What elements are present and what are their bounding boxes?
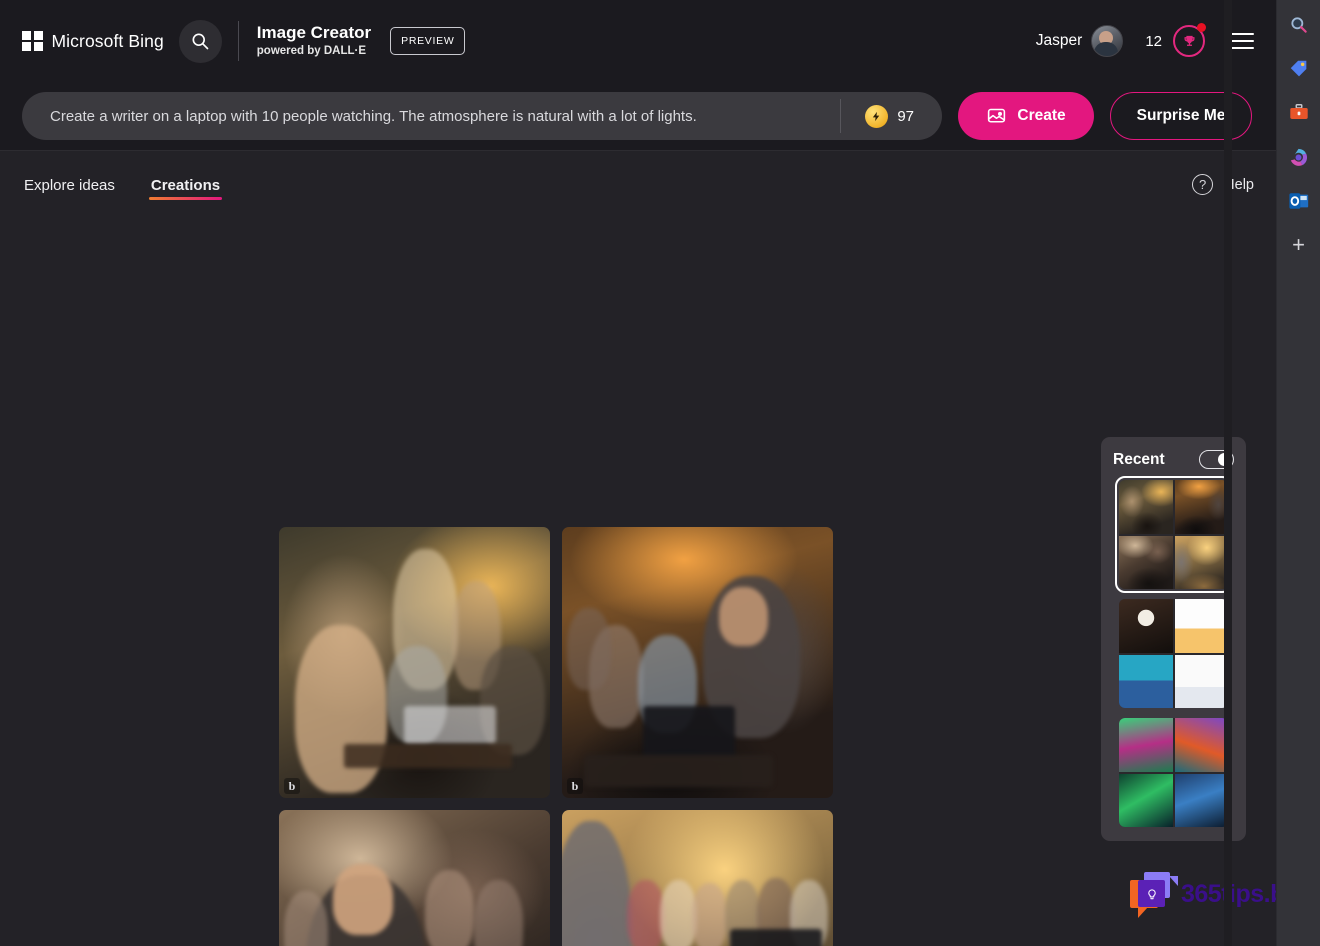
bing-watermark: b (284, 778, 300, 794)
recent-item-2[interactable] (1119, 718, 1228, 827)
header-right-cluster: Jasper 12 (1035, 23, 1254, 57)
app-title: Image Creator (256, 22, 372, 42)
question-circle-icon: ? (1192, 174, 1214, 195)
tab-creations[interactable]: Creations (148, 155, 223, 214)
create-button[interactable]: Create (958, 92, 1094, 140)
search-icon[interactable] (1284, 10, 1314, 40)
site-watermark: 365tips.be (1130, 872, 1276, 918)
search-icon (192, 33, 209, 50)
generated-image-3[interactable]: b (279, 810, 550, 946)
bing-image-creator-page: Microsoft Bing Image Creator powered by … (0, 0, 1276, 946)
recent-header: Recent (1113, 450, 1234, 469)
prompt-input[interactable] (22, 107, 841, 125)
app-identity: Image Creator powered by DALL·E (257, 23, 371, 59)
header-divider (237, 21, 239, 61)
bing-watermark: b (567, 778, 583, 794)
search-button[interactable] (178, 19, 222, 63)
generated-image-4[interactable]: b (562, 810, 833, 946)
recent-list (1113, 476, 1234, 827)
generated-image-2[interactable]: b (562, 527, 833, 798)
recent-item-1[interactable] (1119, 599, 1228, 708)
image-sparkle-icon (988, 108, 1006, 123)
top-header: Microsoft Bing Image Creator powered by … (0, 0, 1276, 82)
browser-sidebar: + (1276, 0, 1320, 946)
notification-dot (1197, 23, 1206, 32)
outlook-icon[interactable] (1284, 186, 1314, 216)
recent-title: Recent (1113, 450, 1165, 468)
microsoft-bing-logo[interactable]: Microsoft Bing (22, 31, 164, 52)
boost-count: 97 (897, 107, 914, 125)
lightning-bolt-icon (865, 104, 889, 128)
create-label: Create (1017, 107, 1066, 124)
generated-image-1[interactable]: b (279, 527, 550, 798)
recent-item-0[interactable] (1115, 476, 1232, 593)
preview-badge[interactable]: PREVIEW (390, 27, 466, 55)
prompt-field[interactable]: 97 (22, 92, 942, 140)
rewards-count: 12 (1145, 32, 1162, 50)
user-name: Jasper (1035, 32, 1083, 49)
page-scrollbar-track[interactable] (1224, 0, 1232, 946)
results-grid: b b (279, 527, 834, 946)
avatar[interactable] (1091, 25, 1124, 57)
app-root: Microsoft Bing Image Creator powered by … (0, 0, 1320, 946)
app-subtitle: powered by DALL·E (256, 45, 367, 58)
tab-bar: Explore ideas Creations ? Help (0, 150, 1276, 218)
boost-counter: 97 (840, 99, 942, 133)
shopping-tag-icon[interactable] (1284, 54, 1314, 84)
rewards-button[interactable] (1173, 23, 1206, 57)
microsoft-squares-icon (22, 30, 43, 52)
briefcase-icon[interactable] (1284, 98, 1314, 128)
microsoft-copilot-icon[interactable] (1284, 142, 1314, 172)
brand-label: Microsoft Bing (51, 30, 164, 51)
tab-explore-ideas[interactable]: Explore ideas (22, 155, 117, 214)
results-grid-wrapper: b b (279, 527, 834, 946)
add-icon[interactable]: + (1284, 230, 1314, 260)
tabs: Explore ideas Creations (22, 151, 223, 218)
creations-stage: b b Recent (0, 218, 1276, 946)
prompt-row: 97 Create Surprise Me (0, 82, 1276, 150)
lightbulb-chat-icon (1130, 872, 1178, 918)
